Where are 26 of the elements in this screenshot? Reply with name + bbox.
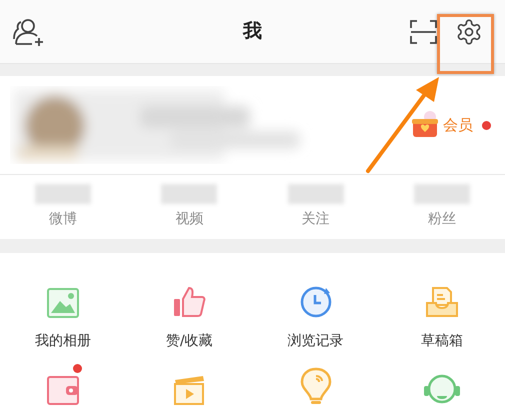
blurred-count <box>161 184 218 204</box>
picture-icon <box>46 287 80 319</box>
lightbulb-icon <box>298 366 333 406</box>
member-label[interactable]: 会员 <box>443 114 473 136</box>
headset-icon <box>422 372 462 406</box>
wallet-icon <box>46 374 80 406</box>
highlight-frame <box>437 14 494 74</box>
thumbs-up-icon <box>172 285 206 319</box>
add-friend-icon[interactable] <box>12 16 46 46</box>
stat-label[interactable]: 粉丝 <box>428 209 456 230</box>
blurred-count <box>414 184 470 204</box>
gift-icon[interactable] <box>410 111 440 139</box>
page-title: 我 <box>243 19 262 44</box>
blurred-count <box>35 184 92 204</box>
stat-label[interactable]: 微博 <box>49 209 78 230</box>
inbox-icon <box>424 285 459 319</box>
tool-label[interactable]: 草稿箱 <box>420 331 463 352</box>
tool-label[interactable]: 赞/收藏 <box>166 331 213 352</box>
stat-label[interactable]: 关注 <box>302 209 330 230</box>
tool-label[interactable]: 浏览记录 <box>288 331 344 352</box>
settings-icon[interactable] <box>455 18 483 46</box>
blurred-count <box>288 184 344 204</box>
stat-label[interactable]: 视频 <box>175 209 204 230</box>
clock-icon <box>298 285 333 319</box>
scan-icon[interactable] <box>410 20 437 44</box>
tool-label[interactable]: 我的相册 <box>35 331 92 352</box>
